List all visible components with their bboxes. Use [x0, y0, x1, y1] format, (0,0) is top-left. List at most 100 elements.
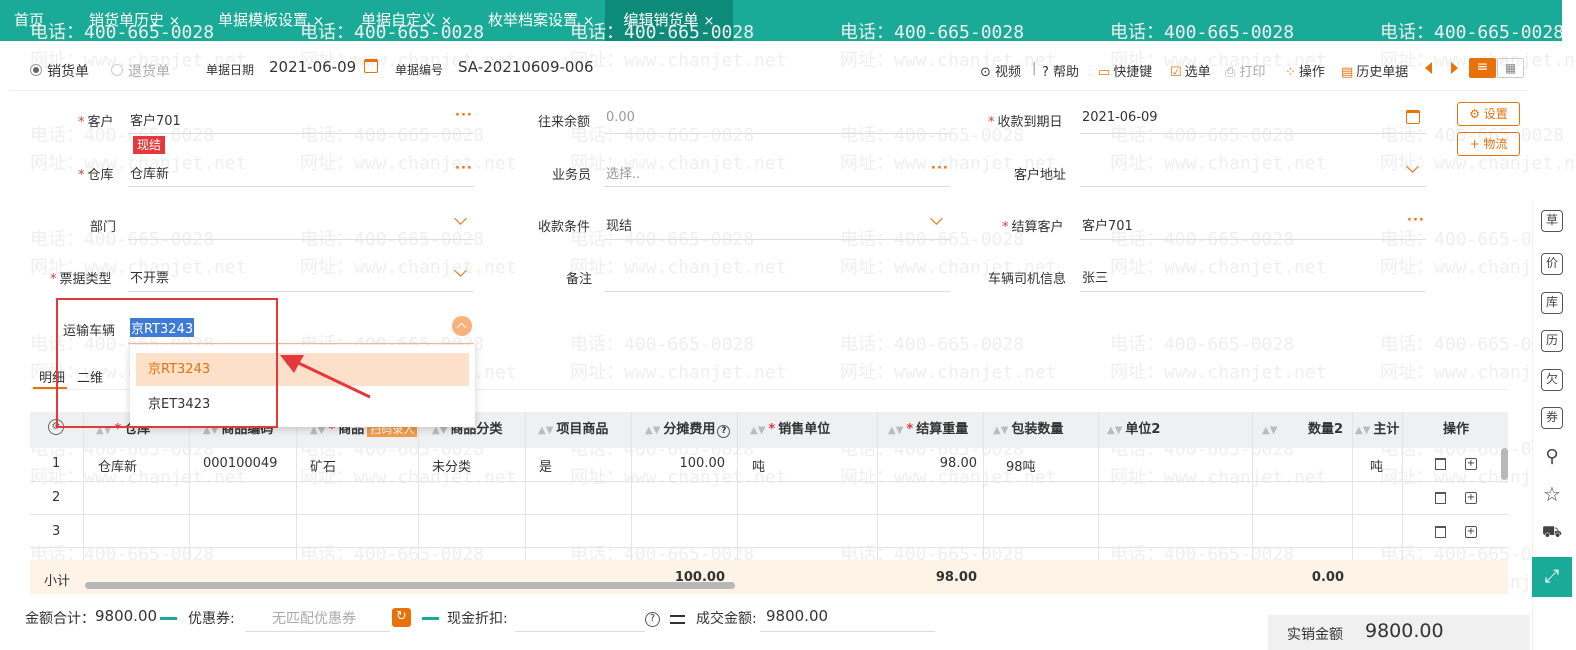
col-main-unit[interactable]: ▲▼ 主计 — [1355, 412, 1403, 448]
link-icon[interactable]: ⚲ — [1541, 447, 1563, 469]
help-icon[interactable]: ? — [645, 612, 660, 627]
coupon-input[interactable]: 无匹配优惠券 — [272, 608, 356, 628]
more-icon[interactable]: ··· — [455, 161, 473, 176]
col-pack-qty[interactable]: ▲▼ 包装数量 — [993, 412, 1063, 448]
chevron-down-icon[interactable] — [1406, 160, 1419, 173]
cell-settle-weight[interactable]: 98.00 — [877, 456, 977, 471]
copy-row-icon[interactable]: + — [1465, 492, 1477, 504]
warehouse-value[interactable]: 仓库新 — [130, 163, 169, 182]
close-icon[interactable]: × — [441, 14, 452, 29]
video-button[interactable]: ⊙ 视频 — [980, 61, 1021, 80]
tab-template-settings[interactable]: 单据模板设置 × — [218, 0, 324, 41]
close-icon[interactable]: × — [704, 14, 715, 29]
next-arrow-icon[interactable] — [1451, 62, 1458, 74]
coupon-icon[interactable]: 券 — [1541, 407, 1563, 429]
refresh-icon[interactable]: ↻ — [392, 608, 411, 627]
pay-terms-value[interactable]: 现结 — [606, 215, 632, 234]
watermark-site: 网址：www.chanjet.net — [840, 50, 1057, 71]
cell-pack-qty[interactable]: 98吨 — [1006, 456, 1036, 475]
chevron-down-icon[interactable] — [454, 212, 467, 225]
chevron-down-icon[interactable] — [454, 264, 467, 277]
more-icon[interactable]: ··· — [931, 161, 949, 176]
cell-main-unit[interactable]: 吨 — [1370, 456, 1383, 475]
balance-underline — [604, 133, 950, 134]
col-qty2-sort[interactable]: ▲▼ — [1262, 412, 1280, 448]
row-number: 1 — [52, 456, 61, 471]
delete-icon[interactable] — [1435, 492, 1446, 504]
delete-icon[interactable] — [1435, 526, 1446, 538]
col-sale-unit[interactable]: ▲▼ * 销售单位 — [750, 412, 830, 448]
close-icon[interactable]: × — [169, 14, 180, 29]
calendar-icon[interactable] — [364, 59, 378, 73]
select-doc-button[interactable]: ☑ 选单 — [1170, 61, 1211, 80]
print-button[interactable]: ⎙ 打印 — [1225, 61, 1266, 80]
tab-enum-settings[interactable]: 枚举档案设置 × — [488, 0, 594, 41]
col-share-fee[interactable]: ▲▼ 分摊费用? — [645, 412, 731, 448]
horizontal-scrollbar[interactable] — [85, 582, 735, 589]
list-view-icon[interactable]: ≡ — [1469, 58, 1496, 78]
cell-share-fee[interactable]: 100.00 — [631, 456, 726, 471]
vertical-scrollbar[interactable] — [1501, 448, 1508, 480]
chevron-up-icon[interactable] — [452, 316, 472, 336]
balance-label: 往来余额 — [538, 115, 591, 130]
close-icon[interactable]: × — [583, 14, 594, 29]
date-value[interactable]: 2021-06-09 — [269, 58, 356, 76]
calendar-icon[interactable] — [1406, 110, 1420, 124]
tab-doc-custom[interactable]: 单据自定义 × — [361, 0, 452, 41]
col-settle-weight[interactable]: ▲▼ * 结算重量 — [888, 412, 968, 448]
history-button[interactable]: ▤ 历史单据 — [1341, 61, 1408, 80]
radio-sale[interactable] — [30, 64, 42, 76]
star-icon[interactable]: ☆ — [1541, 484, 1563, 507]
remark-underline — [604, 291, 950, 292]
prev-arrow-icon[interactable] — [1425, 62, 1432, 74]
customer-value[interactable]: 客户701 — [130, 110, 181, 129]
expand-icon[interactable]: ⤢ — [1532, 557, 1572, 597]
draft-icon[interactable]: 草 — [1541, 210, 1563, 232]
address-label: 客户地址 — [1014, 168, 1067, 183]
history-icon[interactable]: 历 — [1541, 330, 1563, 352]
logistics-button[interactable]: + 物流 — [1457, 132, 1520, 156]
cell-category[interactable]: 未分类 — [432, 456, 471, 475]
cell-warehouse[interactable]: 仓库新 — [98, 456, 137, 475]
settings-button[interactable]: ⚙ 设置 — [1457, 102, 1520, 126]
stock-icon[interactable]: 库 — [1541, 292, 1563, 314]
invoice-type-value[interactable]: 不开票 — [130, 267, 169, 286]
cell-code[interactable]: 000100049 — [203, 456, 277, 471]
watermark-site: 网址：www.chanjet.net — [300, 153, 517, 174]
price-icon[interactable]: 价 — [1541, 253, 1563, 275]
col-unit2[interactable]: ▲▼ 单位2 — [1107, 412, 1160, 448]
close-icon[interactable]: × — [313, 14, 324, 29]
settle-customer-value[interactable]: 客户701 — [1082, 215, 1133, 234]
debt-icon[interactable]: 欠 — [1541, 369, 1563, 391]
tab-home[interactable]: 首页 — [14, 0, 44, 41]
actual-label: 实销金额 — [1287, 627, 1343, 643]
cell-item-product[interactable]: 是 — [539, 456, 552, 475]
salesman-input[interactable]: 选择.. — [606, 163, 640, 182]
row-number: 2 — [52, 490, 61, 505]
minus-icon — [160, 617, 177, 620]
card-view-icon[interactable]: ▦ — [1497, 58, 1524, 78]
more-icon[interactable]: ··· — [1407, 213, 1425, 228]
col-item-product[interactable]: ▲▼ 项目商品 — [538, 412, 608, 448]
tab-edit-sales-order[interactable]: 编辑销货单 × — [605, 0, 733, 41]
watermark-phone: 电话：400-665-0028 — [300, 125, 485, 146]
more-icon[interactable]: ··· — [455, 108, 473, 123]
copy-row-icon[interactable]: + — [1465, 526, 1477, 538]
delete-icon[interactable] — [1435, 458, 1446, 470]
cell-sale-unit[interactable]: 吨 — [752, 456, 765, 475]
info-icon[interactable]: ? — [717, 425, 731, 438]
copy-row-icon[interactable]: + — [1465, 458, 1477, 470]
date-label: 单据日期 — [206, 63, 255, 77]
tab-sales-history[interactable]: 销货单历史 × — [89, 0, 180, 41]
help-button[interactable]: ? 帮助 — [1042, 61, 1079, 80]
due-date-value[interactable]: 2021-06-09 — [1082, 110, 1158, 125]
radio-return[interactable] — [111, 64, 123, 76]
chevron-down-icon[interactable] — [930, 212, 943, 225]
driver-value[interactable]: 张三 — [1082, 267, 1108, 286]
col-qty2[interactable]: 数量2 — [1308, 412, 1343, 448]
cell-product[interactable]: 矿石 — [310, 456, 336, 475]
operations-button[interactable]: ⁘ 操作 — [1285, 61, 1325, 80]
dept-underline — [128, 239, 474, 240]
shortcut-button[interactable]: ▭ 快捷键 — [1098, 61, 1152, 80]
truck-icon[interactable]: ⛟ — [1541, 522, 1563, 544]
